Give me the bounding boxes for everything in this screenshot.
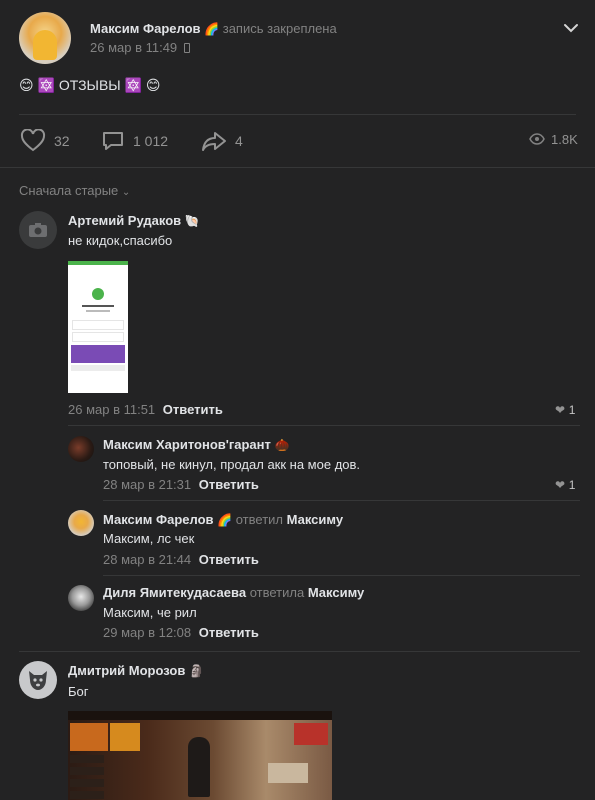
post-text-suffix: 🔯 😊 bbox=[124, 77, 161, 93]
reply-text: Максим, лс чек bbox=[103, 531, 195, 546]
comment-attachment-image[interactable] bbox=[68, 261, 128, 393]
views-counter: 1.8K bbox=[529, 131, 578, 147]
comment-text: Бог bbox=[68, 684, 89, 699]
share-icon bbox=[202, 132, 226, 151]
share-count: 4 bbox=[235, 133, 243, 149]
reply-like-count: 1 bbox=[568, 478, 576, 492]
comment-count: 1 012 bbox=[133, 133, 169, 149]
post-author-avatar[interactable] bbox=[19, 12, 71, 64]
reply-avatar[interactable] bbox=[68, 436, 94, 462]
comment-text: не кидок,спасибо bbox=[68, 233, 173, 248]
reply-text: топовый, не кинул, продал акк на мое дов… bbox=[103, 457, 361, 472]
post-author-emoji: 🌈 bbox=[204, 22, 220, 36]
share-button[interactable]: 4 bbox=[201, 129, 243, 153]
heart-icon bbox=[20, 129, 46, 152]
reply-replied-word: ответила bbox=[249, 585, 305, 600]
views-count: 1.8K bbox=[551, 131, 578, 147]
comment-author-emoji: 🗿 bbox=[188, 664, 204, 678]
comments-sort-label: Сначала старые bbox=[19, 183, 119, 198]
comment-icon bbox=[103, 132, 123, 150]
post-text-title: ОТЗЫВЫ bbox=[58, 77, 121, 93]
reply-avatar[interactable] bbox=[68, 585, 94, 611]
reply-date[interactable]: 29 мар в 12:08 bbox=[103, 625, 191, 640]
reply-button[interactable]: Ответить bbox=[199, 625, 259, 640]
post-menu-chevron-icon[interactable] bbox=[563, 22, 579, 34]
comment-like-button[interactable]: ❤ 1 bbox=[555, 402, 575, 417]
heart-icon: ❤ bbox=[555, 478, 566, 492]
chevron-down-icon: ⌄ bbox=[121, 187, 131, 198]
heart-icon: ❤ bbox=[555, 403, 566, 417]
comment-button[interactable]: 1 012 bbox=[101, 129, 168, 153]
camera-icon bbox=[29, 223, 47, 237]
reply-button[interactable]: Ответить bbox=[199, 552, 259, 567]
post-text-prefix: 😊 🔯 bbox=[19, 77, 55, 93]
reply-replied-to[interactable]: Максиму bbox=[308, 585, 364, 600]
like-count: 32 bbox=[54, 133, 70, 149]
reply-author[interactable]: Максим Харитонов'гарант bbox=[103, 437, 271, 452]
comment-date[interactable]: 26 мар в 11:51 bbox=[68, 402, 155, 417]
post-pinned-label: запись закреплена bbox=[222, 21, 337, 36]
comment-author[interactable]: Дмитрий Морозов bbox=[68, 663, 185, 678]
reply-date[interactable]: 28 мар в 21:44 bbox=[103, 552, 191, 567]
like-button[interactable]: 32 bbox=[20, 129, 70, 153]
reply-button[interactable]: Ответить bbox=[199, 477, 259, 492]
reply-replied-word: ответил bbox=[235, 512, 283, 527]
reply-author-emoji: 🌰 bbox=[274, 438, 290, 452]
post-date[interactable]: 26 мар в 11:49 bbox=[90, 40, 177, 55]
comments-sort-dropdown[interactable]: Сначала старые ⌄ bbox=[19, 183, 130, 198]
reply-author[interactable]: Диля Ямитекудасаева bbox=[103, 585, 246, 600]
comment-attachment-image[interactable] bbox=[68, 711, 332, 800]
mobile-device-icon bbox=[183, 43, 190, 53]
eye-icon bbox=[529, 133, 545, 145]
reply-replied-to[interactable]: Максиму bbox=[287, 512, 343, 527]
reply-avatar[interactable] bbox=[68, 510, 94, 536]
reply-text: Максим, че рил bbox=[103, 605, 197, 620]
reply-author[interactable]: Максим Фарелов bbox=[103, 512, 214, 527]
reply-button[interactable]: Ответить bbox=[163, 402, 223, 417]
comment-like-count: 1 bbox=[568, 403, 576, 417]
post-author-name[interactable]: Максим Фарелов bbox=[90, 21, 201, 36]
reply-author-emoji: 🌈 bbox=[217, 513, 233, 527]
reply-date[interactable]: 28 мар в 21:31 bbox=[103, 477, 191, 492]
comment-author-emoji: 🐚 bbox=[184, 214, 200, 228]
post-text: 😊 🔯 ОТЗЫВЫ 🔯 😊 bbox=[19, 77, 161, 94]
reply-like-button[interactable]: ❤ 1 bbox=[555, 477, 575, 492]
dog-icon bbox=[29, 671, 47, 690]
comment-avatar[interactable] bbox=[19, 661, 57, 699]
comment-author[interactable]: Артемий Рудаков bbox=[68, 213, 181, 228]
comment-avatar[interactable] bbox=[19, 211, 57, 249]
